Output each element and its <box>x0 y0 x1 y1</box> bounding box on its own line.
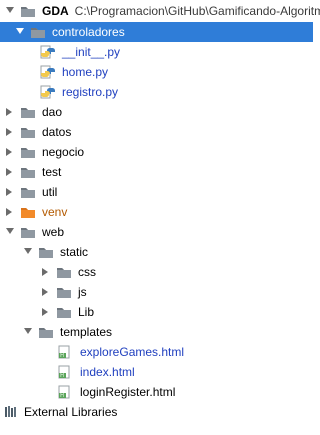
folder-icon <box>20 4 36 18</box>
tree-item-label: js <box>78 285 87 299</box>
tree-item-label: web <box>42 225 65 239</box>
tree-item-label: registro.py <box>62 85 119 99</box>
tree-item-label: datos <box>42 125 72 139</box>
root-label: GDA <box>42 4 69 18</box>
chevron-right-icon[interactable] <box>4 147 14 157</box>
chevron-right-icon[interactable] <box>40 307 50 317</box>
chevron-down-icon[interactable] <box>14 27 24 37</box>
venv-folder-icon <box>20 205 36 219</box>
tree-item-static[interactable]: static <box>0 242 313 262</box>
svg-text:H: H <box>60 373 64 379</box>
html-file-icon: H <box>58 345 74 359</box>
chevron-down-icon[interactable] <box>4 6 14 16</box>
python-file-icon <box>40 85 56 99</box>
tree-item-index-html[interactable]: H index.html <box>0 362 313 382</box>
chevron-right-icon[interactable] <box>4 167 14 177</box>
folder-icon <box>38 245 54 259</box>
svg-text:H: H <box>60 353 64 359</box>
folder-icon <box>20 225 36 239</box>
folder-icon <box>38 325 54 339</box>
tree-item-label: home.py <box>62 65 109 79</box>
tree-root-row[interactable]: GDA C:\Programacion\GitHub\Gamificando-A… <box>0 1 320 21</box>
tree-item-css[interactable]: css <box>0 262 313 282</box>
folder-icon <box>56 305 72 319</box>
project-tree: GDA C:\Programacion\GitHub\Gamificando-A… <box>0 0 320 435</box>
tree-item-js[interactable]: js <box>0 282 313 302</box>
chevron-right-icon[interactable] <box>40 267 50 277</box>
svg-text:H: H <box>60 393 64 399</box>
tree-item-label: util <box>42 185 58 199</box>
folder-icon <box>30 25 46 39</box>
tree-item-test[interactable]: test <box>0 162 313 182</box>
root-path: C:\Programacion\GitHub\Gamificando-Algor… <box>74 4 320 18</box>
tree-item-registro-py[interactable]: registro.py <box>0 82 313 102</box>
chevron-right-icon[interactable] <box>4 207 14 217</box>
folder-icon <box>20 125 36 139</box>
tree-item-util[interactable]: util <box>0 182 313 202</box>
tree-item-templates[interactable]: templates <box>0 322 313 342</box>
tree-item-label: templates <box>60 325 113 339</box>
tree-item-label: loginRegister.html <box>80 385 176 399</box>
tree-item-external-libraries[interactable]: External Libraries <box>0 402 313 422</box>
tree-item-label: test <box>42 165 62 179</box>
tree-item-controladores[interactable]: controladores <box>0 22 313 42</box>
html-file-icon: H <box>58 385 74 399</box>
folder-icon <box>20 165 36 179</box>
tree-item-exploregames-html[interactable]: H exploreGames.html <box>0 342 313 362</box>
chevron-right-icon[interactable] <box>4 187 14 197</box>
chevron-right-icon[interactable] <box>4 107 14 117</box>
tree-item-label: exploreGames.html <box>80 345 185 359</box>
tree-item-label: External Libraries <box>24 405 118 419</box>
tree-item-label: negocio <box>42 145 85 159</box>
folder-icon <box>56 265 72 279</box>
tree-item-label: dao <box>42 105 63 119</box>
chevron-down-icon[interactable] <box>4 227 14 237</box>
tree-item-label: static <box>60 245 89 259</box>
chevron-right-icon[interactable] <box>4 127 14 137</box>
tree-item-web[interactable]: web <box>0 222 313 242</box>
tree-item-label: controladores <box>52 25 125 39</box>
chevron-right-icon[interactable] <box>40 287 50 297</box>
tree-item-loginregister-html[interactable]: H loginRegister.html <box>0 382 313 402</box>
folder-icon <box>20 105 36 119</box>
tree-item-home-py[interactable]: home.py <box>0 62 313 82</box>
tree-item-dao[interactable]: dao <box>0 102 313 122</box>
chevron-down-icon[interactable] <box>22 327 32 337</box>
python-file-icon <box>40 45 56 59</box>
folder-icon <box>20 185 36 199</box>
chevron-down-icon[interactable] <box>22 247 32 257</box>
tree-item-label: __init__.py <box>62 45 121 59</box>
tree-item-negocio[interactable]: negocio <box>0 142 313 162</box>
tree-item-init-py[interactable]: __init__.py <box>0 42 313 62</box>
folder-icon <box>56 285 72 299</box>
libraries-icon <box>4 405 18 419</box>
tree-item-lib[interactable]: Lib <box>0 302 313 322</box>
tree-item-venv[interactable]: venv <box>0 202 313 222</box>
tree-item-label: index.html <box>80 365 135 379</box>
folder-icon <box>20 145 36 159</box>
tree-item-label: venv <box>42 205 68 219</box>
tree-item-label: css <box>78 265 96 279</box>
tree-item-label: Lib <box>78 305 95 319</box>
html-file-icon: H <box>58 365 74 379</box>
python-file-icon <box>40 65 56 79</box>
tree-item-datos[interactable]: datos <box>0 122 313 142</box>
